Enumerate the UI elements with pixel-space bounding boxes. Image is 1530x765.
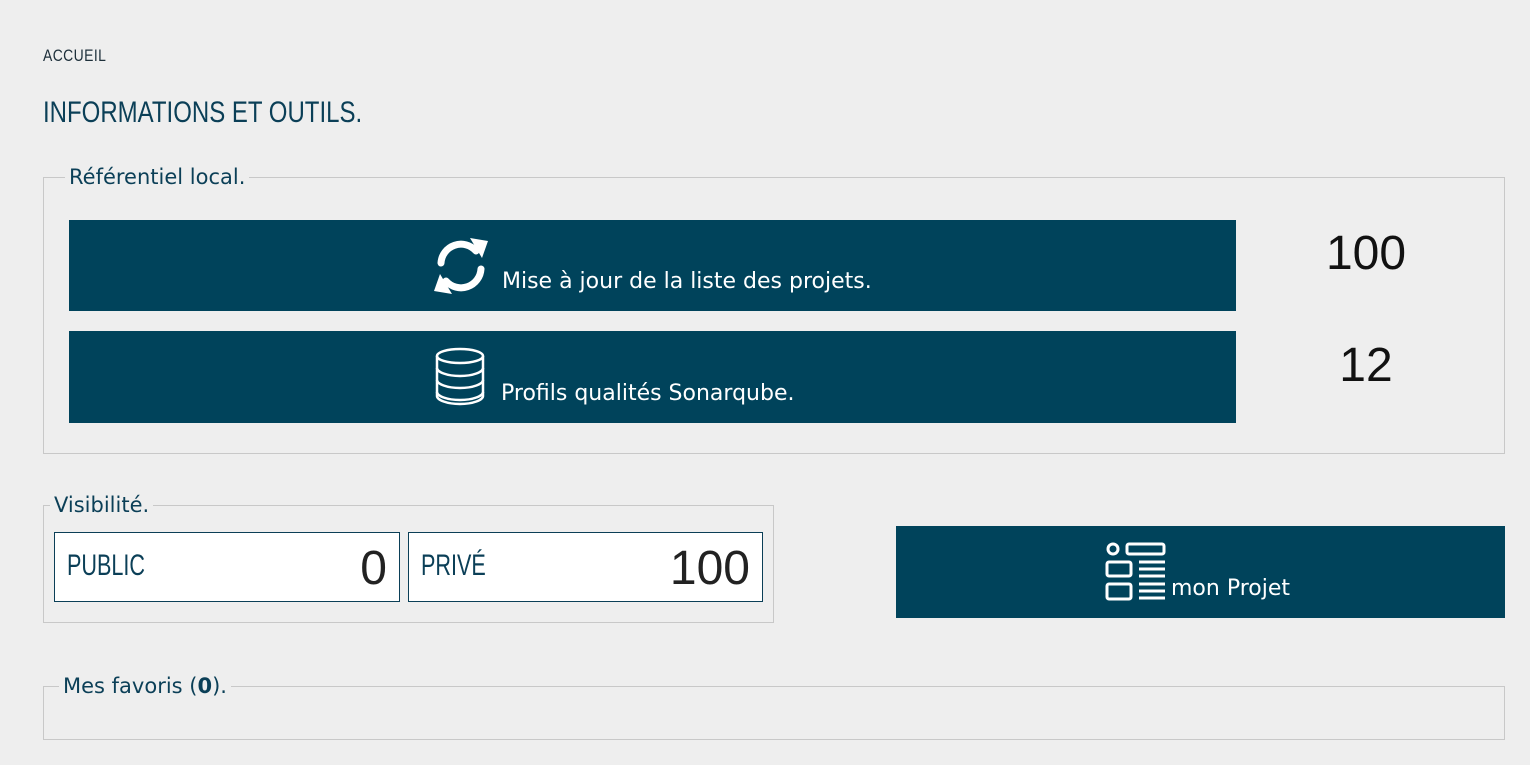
profiles-count: 12	[1339, 339, 1393, 392]
favoris-legend: Mes favoris (0).	[59, 674, 231, 698]
mon-projet-button[interactable]: mon Projet	[896, 526, 1505, 618]
breadcrumb[interactable]: ACCUEIL	[43, 46, 106, 66]
update-projects-label: Mise à jour de la liste des projets.	[502, 269, 872, 294]
public-stat[interactable]: PUBLIC 0	[54, 532, 400, 602]
prive-label: PRIVÉ	[421, 549, 486, 582]
referentiel-legend: Référentiel local.	[69, 165, 246, 189]
page-title: INFORMATIONS ET OUTILS.	[43, 96, 363, 129]
sonarqube-profiles-label: Profils qualités Sonarqube.	[501, 381, 795, 406]
favoris-count: 0	[197, 674, 213, 698]
update-projects-button[interactable]: Mise à jour de la liste des projets.	[69, 220, 1236, 311]
public-value: 0	[360, 542, 387, 595]
prive-value: 100	[669, 542, 750, 595]
public-label: PUBLIC	[67, 549, 146, 582]
favoris-group: Mes favoris (0).	[43, 674, 1505, 740]
refresh-icon	[434, 238, 488, 294]
sonarqube-profiles-button[interactable]: Profils qualités Sonarqube.	[69, 331, 1236, 423]
prive-stat[interactable]: PRIVÉ 100	[408, 532, 763, 602]
list-layout-icon	[1105, 542, 1166, 601]
visibilite-legend: Visibilité.	[54, 493, 150, 517]
database-icon	[435, 347, 485, 406]
mon-projet-label: mon Projet	[1171, 576, 1291, 601]
projects-count: 100	[1325, 227, 1407, 280]
favoris-legend-suffix: ).	[212, 674, 227, 698]
favoris-legend-prefix: Mes favoris (	[63, 674, 198, 698]
